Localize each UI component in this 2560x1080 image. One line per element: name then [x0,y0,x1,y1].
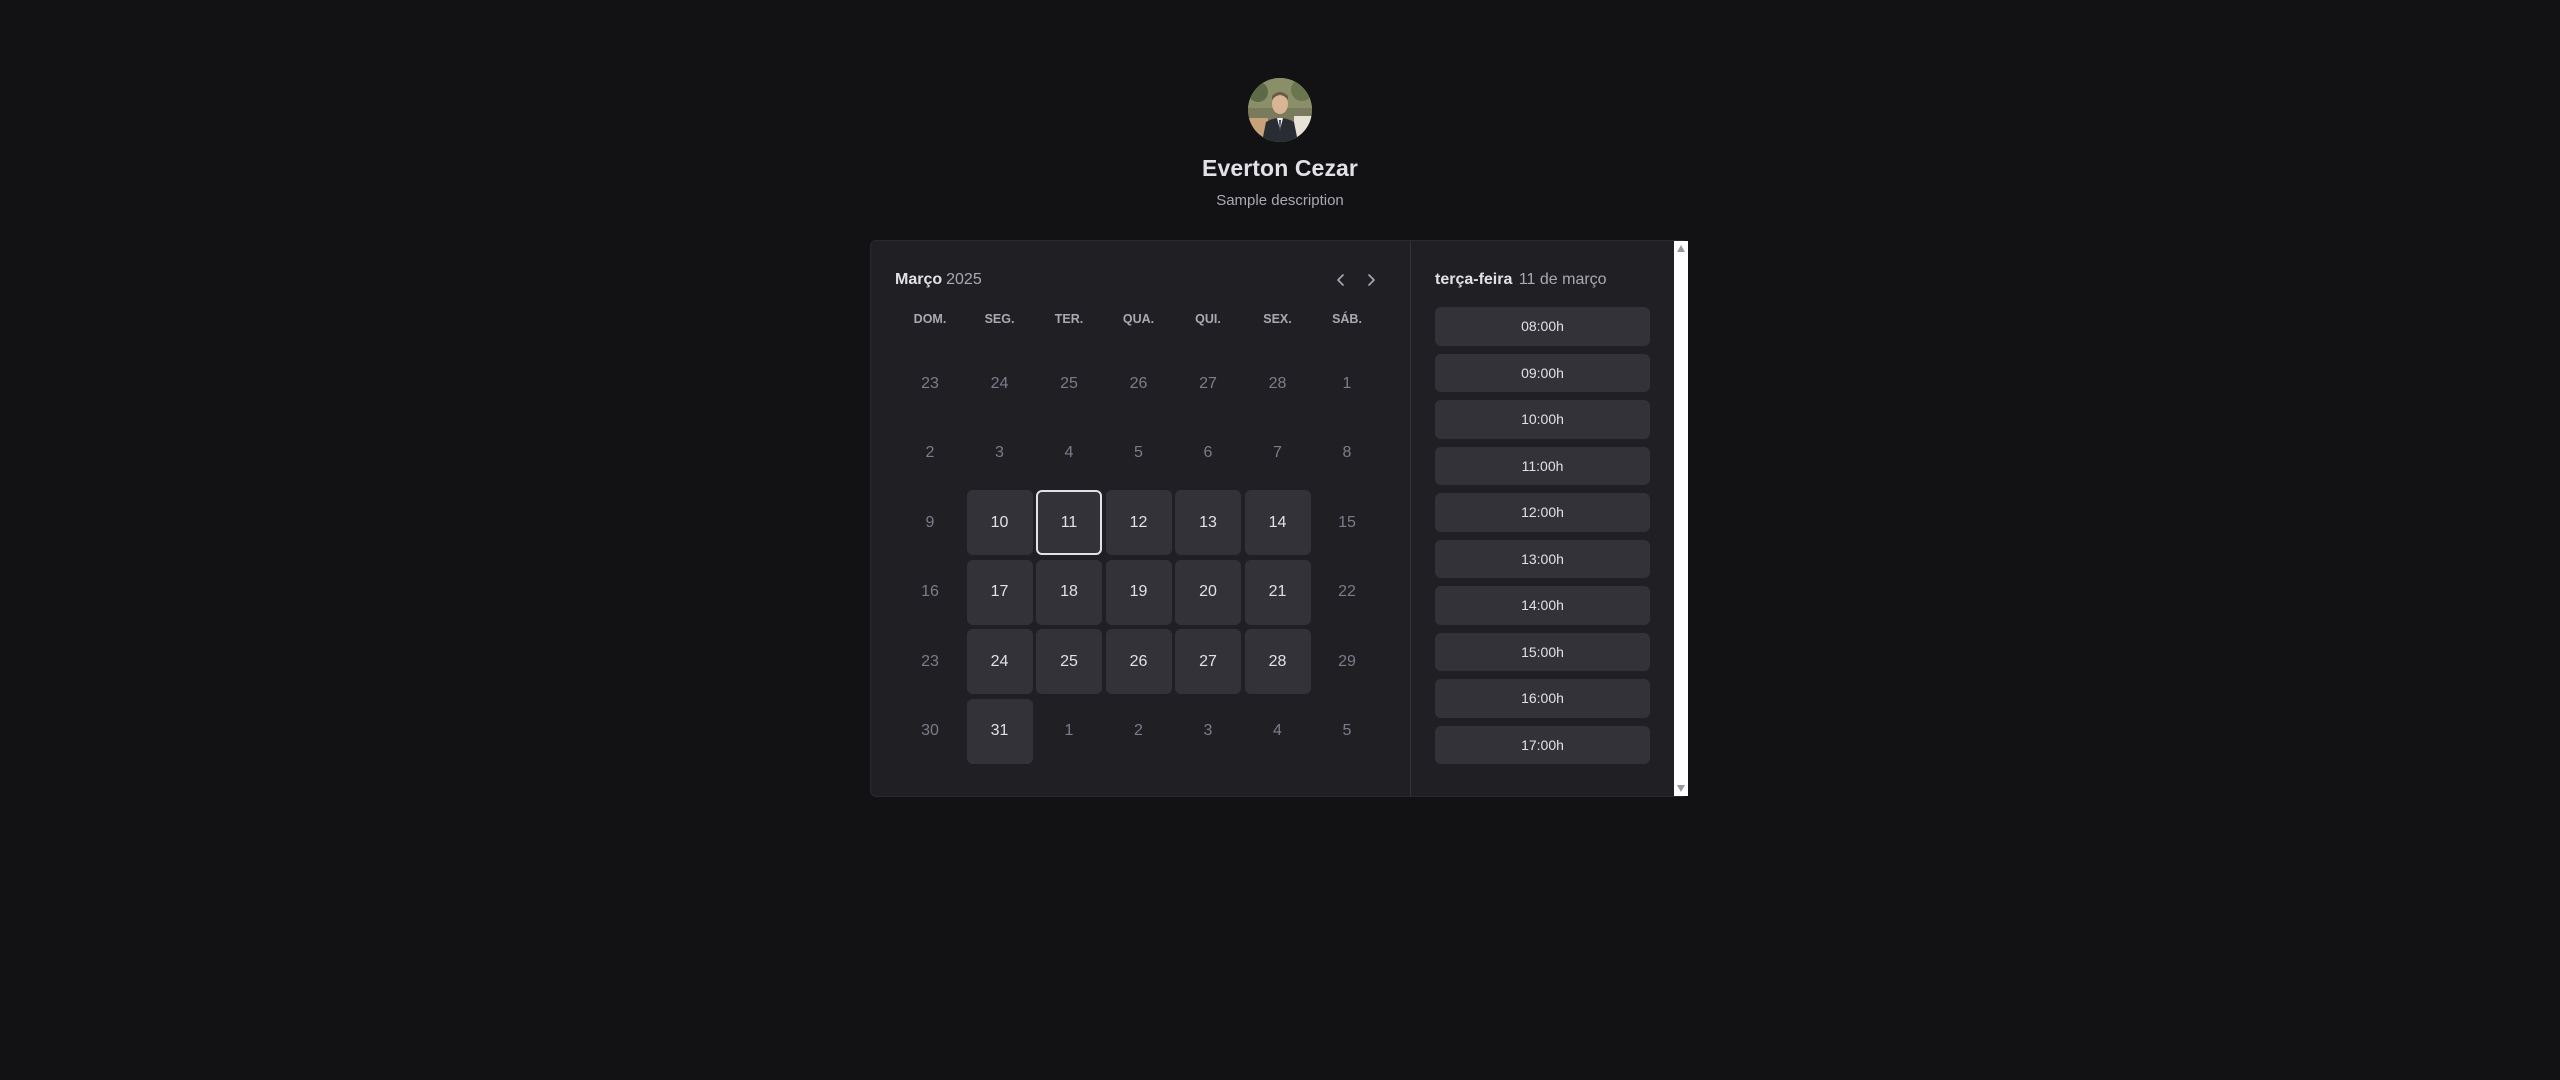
weekday-header-row: DOM. SEG. TER. QUA. QUI. SEX. SÁB. [897,309,1387,329]
calendar-day-button[interactable]: 17 [966,559,1033,625]
calendar-day-button[interactable]: 28 [1244,629,1311,694]
calendar-day-button[interactable]: 27 [1175,629,1241,694]
calendar-day-disabled: 5 [1342,722,1352,739]
time-slot-button[interactable]: 15:00h [1435,632,1650,671]
chevron-left-icon [1337,274,1344,286]
chevron-right-icon [1368,274,1375,286]
calendar-day-button[interactable]: 18 [1036,559,1102,625]
calendar-day-button[interactable]: 19 [1105,559,1172,625]
calendar-day-disabled: 27 [1199,374,1217,392]
calendar-day-disabled: 28 [1268,374,1287,392]
calendar-day-button[interactable]: 12 [1105,490,1172,555]
time-picker: terça-feira 11 de março 08:00h 09:00h 10:0… [1410,241,1674,796]
calendar-day-disabled: 4 [1064,444,1074,461]
calendar-title: Março 2025 [895,271,982,289]
calendar-day-disabled: 30 [921,722,939,739]
time-slot-button[interactable]: 17:00h [1435,725,1650,764]
calendar-day-button[interactable]: 10 [966,490,1033,555]
weekday-label: SEG. [984,312,1015,326]
calendar-day-button[interactable]: 24 [966,629,1033,694]
calendar-day-button[interactable]: 31 [966,698,1033,764]
selected-date: 11 de março [1518,271,1607,288]
time-slot-button[interactable]: 09:00h [1435,353,1650,392]
calendar-day-disabled: 15 [1338,513,1356,531]
scrollbar[interactable] [1674,241,1688,796]
weekday-label: TER. [1054,312,1084,326]
calendar-day-button[interactable]: 13 [1175,490,1241,555]
calendar-day-disabled: 1 [1064,722,1074,739]
calendar-day-disabled: 5 [1134,444,1143,461]
profile-name: Everton Cezar [1202,155,1358,181]
calendar-day-disabled: 23 [921,374,939,392]
calendar-day-disabled: 26 [1129,374,1148,392]
avatar [1248,78,1312,142]
time-slot-list: 08:00h 09:00h 10:00h 11:00h 12:00h 13:00h 14:0… [1435,307,1650,764]
calendar: Março 2025 DOM. SEG. TER. QUA. QUI. SEX.… [871,241,1411,796]
calendar-day-disabled: 22 [1338,583,1356,600]
calendar-day-disabled: 2 [925,444,935,461]
weekday-label: QUA. [1122,312,1155,326]
calendar-day-disabled: 3 [1203,722,1213,739]
calendar-day-button[interactable]: 20 [1175,559,1241,625]
calendar-month: Março [895,271,943,288]
time-slot-button[interactable]: 08:00h [1435,307,1650,346]
calendar-day-disabled: 3 [995,444,1004,461]
calendar-day-button[interactable]: 26 [1105,629,1172,694]
calendar-day-button[interactable]: 14 [1244,490,1311,555]
time-slot-button[interactable]: 13:00h [1435,539,1650,578]
calendar-day-disabled: 2 [1134,722,1143,739]
scheduler-panel: Março 2025 DOM. SEG. TER. QUA. QUI. SEX.… [870,240,1688,797]
weekday-label: SEX. [1263,312,1292,326]
calendar-nav [1329,268,1383,292]
calendar-day-disabled: 1 [1342,374,1352,392]
previous-month-button[interactable] [1329,268,1353,292]
scroll-down-arrow-icon[interactable] [1677,785,1685,792]
time-slot-button[interactable]: 11:00h [1435,446,1650,485]
next-month-button[interactable] [1359,268,1383,292]
calendar-day-disabled: 29 [1338,652,1356,670]
weekday-label: SÁB. [1332,312,1362,326]
calendar-day-disabled: 9 [925,513,935,531]
time-slot-button[interactable]: 14:00h [1435,586,1650,625]
calendar-day-disabled: 8 [1342,444,1352,461]
calendar-day-button[interactable]: 21 [1244,559,1311,625]
calendar-day-disabled: 6 [1203,444,1213,461]
weekday-label: DOM. [913,312,947,326]
time-picker-header: terça-feira 11 de março [1435,265,1650,295]
calendar-header: Março 2025 [895,265,1387,295]
calendar-day-disabled: 4 [1273,722,1282,739]
selected-weekday: terça-feira [1435,271,1513,288]
calendar-day-disabled: 23 [921,652,939,670]
scroll-up-arrow-icon[interactable] [1677,245,1685,252]
calendar-day-disabled: 16 [921,583,939,600]
calendar-day-disabled: 25 [1060,374,1078,392]
avatar-photo [1248,78,1312,142]
calendar-day-disabled: 24 [990,374,1009,392]
calendar-days-grid: 23 24 25 26 27 28 1 2 3 4 5 6 7 8 9 10 11 12 13 14 15 16 17 18 1… [897,351,1387,764]
time-slot-button[interactable]: 12:00h [1435,493,1650,532]
time-slot-button[interactable]: 10:00h [1435,400,1650,439]
calendar-day-button[interactable]: 11 [1036,490,1102,555]
calendar-day-button[interactable]: 25 [1036,629,1102,694]
weekday-label: QUI. [1195,312,1221,326]
calendar-day-disabled: 7 [1273,444,1282,461]
calendar-year: 2025 [946,271,982,288]
profile-header: Everton Cezar Sample description [0,78,2560,209]
time-slot-button[interactable]: 16:00h [1435,679,1650,718]
profile-description: Sample description [1216,192,1344,209]
page: Everton Cezar Sample description Março 20… [0,0,2560,1080]
